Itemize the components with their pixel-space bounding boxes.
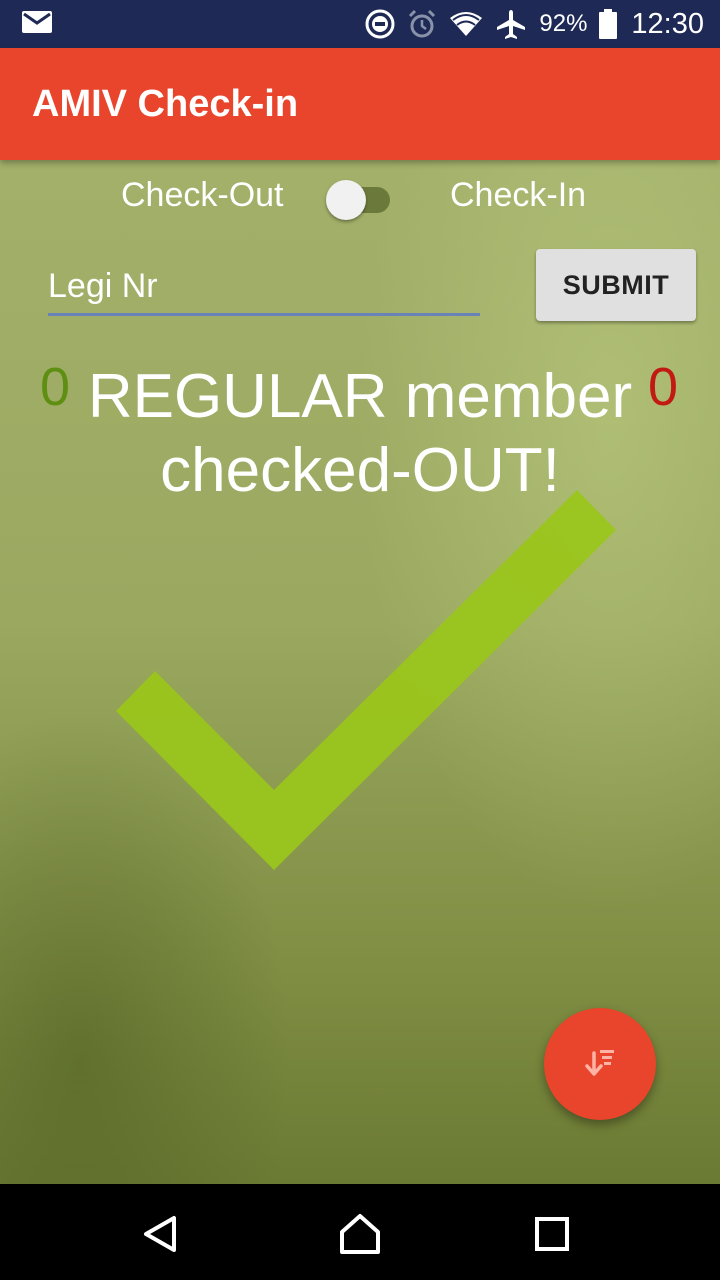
app-bar: AMIV Check-in — [0, 48, 720, 160]
app-title: AMIV Check-in — [32, 82, 299, 125]
status-message: REGULAR member checked-OUT! — [80, 360, 640, 508]
mode-toggle-row: Check-Out Check-In — [0, 174, 720, 220]
battery-percent: 92% — [539, 10, 588, 37]
check-out-label: Check-Out — [121, 176, 284, 214]
navigation-bar — [0, 1184, 720, 1280]
clock: 12:30 — [631, 7, 704, 40]
recents-icon[interactable] — [530, 1212, 574, 1256]
submit-button[interactable]: SUBMIT — [536, 249, 696, 321]
status-message-line1: REGULAR member — [87, 362, 633, 431]
main-content: Check-Out Check-In SUBMIT 0 0 REGULAR me… — [0, 160, 720, 1184]
alarm-icon — [407, 9, 437, 39]
status-message-line2: checked-OUT! — [160, 436, 560, 505]
checked-out-counter: 0 — [648, 357, 679, 417]
checked-in-counter: 0 — [40, 357, 71, 417]
airplane-icon — [495, 8, 527, 40]
mail-icon — [22, 10, 52, 38]
battery-icon — [599, 9, 618, 39]
check-mode-switch[interactable] — [326, 180, 390, 220]
sort-fab-button[interactable] — [544, 1008, 656, 1120]
switch-thumb — [326, 180, 366, 220]
sort-descending-icon — [580, 1043, 620, 1086]
status-bar: 92% 12:30 — [0, 0, 720, 48]
back-icon[interactable] — [138, 1212, 182, 1256]
check-in-label: Check-In — [450, 176, 587, 214]
wifi-icon — [449, 10, 483, 38]
do-not-disturb-icon — [365, 9, 395, 39]
legi-number-input[interactable] — [48, 250, 480, 316]
home-icon[interactable] — [338, 1212, 382, 1256]
